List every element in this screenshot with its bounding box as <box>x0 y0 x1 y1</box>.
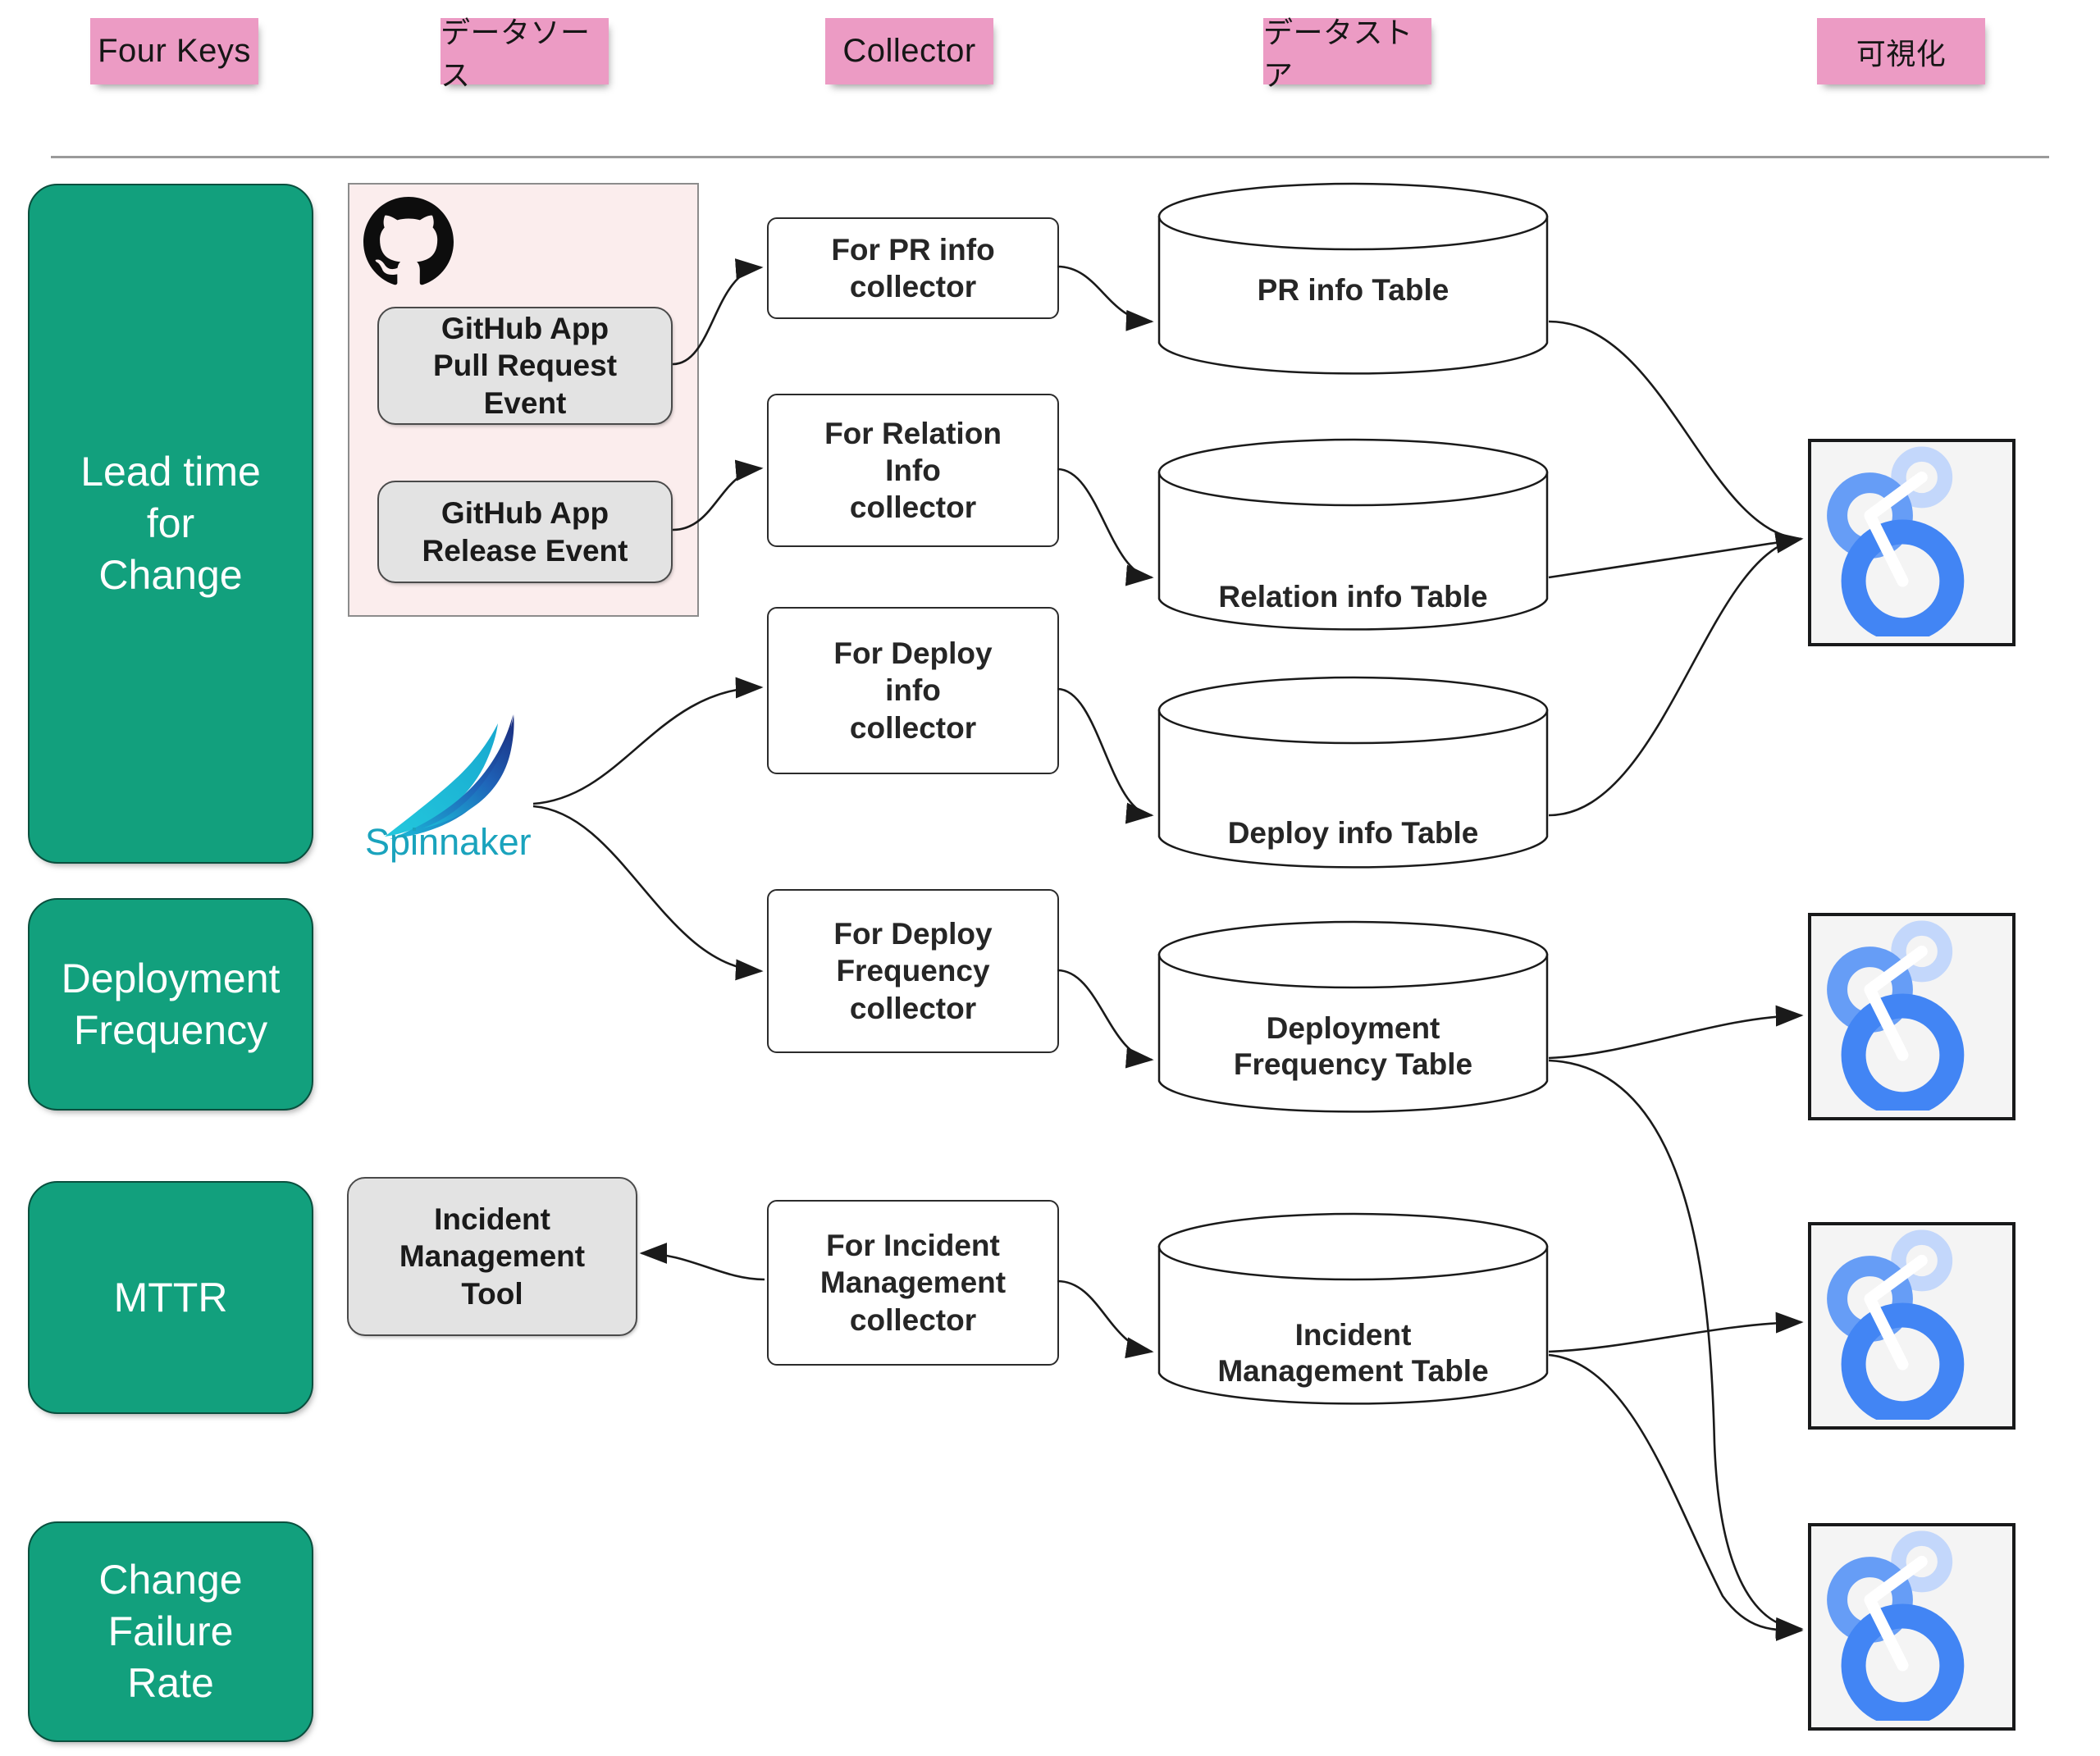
column-header-data-store: データストア <box>1263 16 1431 92</box>
four-key-label: MTTR <box>113 1274 228 1320</box>
visualization-tile-mttr <box>1808 1222 2016 1430</box>
collector-label: For Relation Info collector <box>824 416 1002 525</box>
edge-spinnaker-to-deploy-info-collector <box>532 677 764 805</box>
edge-df-table-to-viz-change-failure-rate <box>1548 1059 1804 1639</box>
edge-relation-collector-to-relation-table <box>1057 468 1154 586</box>
data-source-github-pull-request-event: GitHub App Pull Request Event <box>377 307 673 425</box>
edge-deploy-collector-to-deploy-table <box>1057 687 1154 824</box>
edge-incident-collector-to-incident-tool <box>639 1243 765 1281</box>
visualization-tile-deployment-frequency <box>1808 913 2016 1120</box>
column-header-four-keys: Four Keys <box>90 18 258 84</box>
visualization-tile-lead-time <box>1808 439 2016 646</box>
column-header-label: データストア <box>1263 15 1413 92</box>
data-store-incident-management-table: Incident Management Table <box>1157 1212 1549 1407</box>
github-logo-icon <box>363 197 454 287</box>
data-source-label: GitHub App Pull Request Event <box>432 312 618 420</box>
column-header-label: Four Keys <box>98 33 251 69</box>
column-header-visualization: 可視化 <box>1817 18 1985 84</box>
visualization-tile-change-failure-rate <box>1808 1523 2016 1731</box>
collector-deploy-frequency: For Deploy Frequency collector <box>767 889 1059 1053</box>
edge-deploy-frequency-collector-to-df-table <box>1057 969 1154 1069</box>
column-header-collector: Collector <box>825 18 993 84</box>
collector-pr-info: For PR info collector <box>767 217 1059 319</box>
collector-relation-info: For Relation Info collector <box>767 394 1059 547</box>
collector-label: For Incident Management collector <box>819 1229 1007 1337</box>
four-key-label: Change Failure Rate <box>98 1557 243 1706</box>
edge-incident-collector-to-incident-table <box>1057 1279 1154 1359</box>
data-store-deploy-info-table: Deploy info Table <box>1157 676 1549 871</box>
four-key-label: Lead time for Change <box>80 449 261 598</box>
four-key-deployment-frequency: Deployment Frequency <box>28 898 313 1111</box>
data-source-github-release-event: GitHub App Release Event <box>377 481 673 583</box>
edge-deploy-table-to-viz-lead-time <box>1548 537 1802 817</box>
collector-label: For Deploy Frequency collector <box>833 917 993 1025</box>
four-key-change-failure-rate: Change Failure Rate <box>28 1521 313 1742</box>
collector-incident-management: For Incident Management collector <box>767 1200 1059 1366</box>
four-key-mttr: MTTR <box>28 1181 313 1414</box>
edge-df-table-to-viz-deployment-frequency <box>1548 1005 1804 1060</box>
four-key-label: Deployment Frequency <box>61 955 281 1053</box>
header-divider <box>51 156 2049 158</box>
collector-label: For Deploy info collector <box>833 636 993 745</box>
data-source-label: Incident Management Tool <box>399 1202 586 1311</box>
edge-spinnaker-to-deploy-frequency-collector <box>532 805 764 981</box>
column-header-label: データソース <box>441 15 591 92</box>
data-store-pr-info-table: PR info Table <box>1157 182 1549 377</box>
collector-label: For PR info collector <box>831 232 995 303</box>
data-store-relation-info-table: Relation info Table <box>1157 438 1549 633</box>
column-header-data-source: データソース <box>441 16 609 92</box>
data-source-label: GitHub App Release Event <box>422 496 628 568</box>
edge-incident-table-to-viz-mttr <box>1548 1311 1804 1353</box>
edge-pr-table-to-viz-lead-time <box>1548 320 1802 540</box>
spinnaker-logo-icon: Spinnaker <box>365 705 550 878</box>
column-header-label: 可視化 <box>1856 36 1947 71</box>
data-source-incident-management-tool: Incident Management Tool <box>347 1177 637 1336</box>
four-key-lead-time-for-change: Lead time for Change <box>28 184 313 864</box>
column-header-label: Collector <box>842 33 976 69</box>
edge-incident-table-to-viz-change-failure-rate <box>1548 1353 1804 1641</box>
diagram-canvas: Four Keys データソース Collector データストア 可視化 Le… <box>0 0 2100 1756</box>
collector-deploy-info: For Deploy info collector <box>767 607 1059 774</box>
data-store-deployment-frequency-table: Deployment Frequency Table <box>1157 920 1549 1115</box>
edge-relation-table-to-viz-lead-time <box>1548 531 1804 579</box>
edge-pr-collector-to-pr-table <box>1057 265 1154 331</box>
spinnaker-wordmark: Spinnaker <box>365 821 532 863</box>
